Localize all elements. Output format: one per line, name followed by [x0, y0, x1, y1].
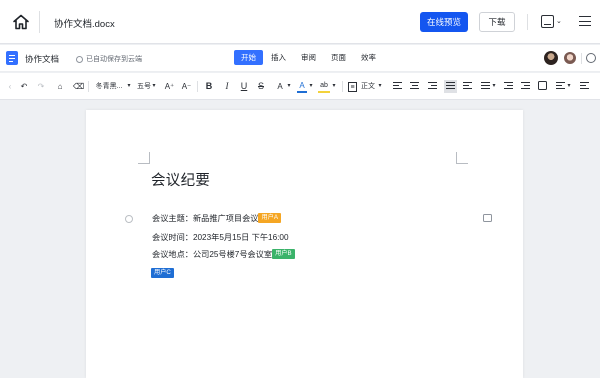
- superscript-button[interactable]: A: [274, 80, 286, 93]
- ribbon-tabs: 开始 插入 审阅 页面 效率: [234, 50, 384, 65]
- avatar[interactable]: [563, 51, 577, 65]
- font-color-button[interactable]: A: [297, 80, 307, 93]
- align-right-icon[interactable]: [428, 82, 437, 91]
- chevron-down-icon[interactable]: ▾: [566, 80, 572, 93]
- chevron-down-icon[interactable]: ▾: [308, 80, 314, 93]
- chevron-down-icon[interactable]: ▾: [377, 80, 383, 93]
- font-size-select[interactable]: 五号: [137, 80, 151, 93]
- language-icon[interactable]: [541, 15, 554, 28]
- divider: [39, 11, 40, 33]
- underline-button[interactable]: U: [239, 80, 249, 93]
- italic-button[interactable]: I: [222, 80, 232, 93]
- document-page[interactable]: 会议纪要 会议主题：新品推广项目会议 用户A 会议时间：2023年5月15日 下…: [86, 110, 523, 378]
- save-status-text: 已自动保存到云端: [86, 56, 142, 63]
- document-header: 协作文档 已自动保存到云端 开始 插入 审阅 页面 效率: [0, 45, 600, 72]
- collaborator-tag: 用户C: [151, 268, 174, 278]
- tab-review[interactable]: 审阅: [294, 50, 323, 65]
- formatting-toolbar: ‹ ↶ ↷ ⌂ ⌫ 冬青黑... ▾ 五号 ▾ A⁺ A⁻ B I U S A …: [0, 73, 600, 100]
- add-block-icon[interactable]: [125, 215, 133, 223]
- file-name: 协作文档.docx: [54, 19, 115, 30]
- chevron-down-icon[interactable]: ▾: [151, 80, 157, 93]
- meeting-topic: 会议主题：新品推广项目会议: [152, 214, 259, 223]
- decrease-indent-icon[interactable]: [504, 82, 513, 91]
- meeting-time: 会议时间：2023年5月15日 下午16:00: [152, 233, 289, 242]
- strikethrough-button[interactable]: S: [256, 80, 266, 93]
- bold-button[interactable]: B: [204, 80, 214, 93]
- margin-corner-mark: [456, 152, 468, 164]
- style-icon[interactable]: ≡: [348, 82, 357, 92]
- comment-icon[interactable]: [483, 214, 492, 222]
- home-icon[interactable]: [12, 13, 30, 31]
- tab-page[interactable]: 页面: [324, 50, 353, 65]
- top-bar: 协作文档.docx 在线预览 下载 ⌄: [0, 0, 600, 44]
- tab-start[interactable]: 开始: [234, 50, 263, 65]
- collaborator-tag: 用户B: [272, 249, 295, 259]
- divider: [88, 81, 89, 92]
- highlight-button[interactable]: ab: [318, 80, 330, 93]
- download-button[interactable]: 下载: [479, 12, 515, 32]
- checklist-icon[interactable]: [538, 81, 547, 90]
- indent-icon[interactable]: [463, 82, 472, 91]
- divider: [197, 81, 198, 92]
- grow-font-icon[interactable]: A⁺: [164, 80, 175, 93]
- divider: [581, 53, 582, 64]
- document-heading[interactable]: 会议纪要: [151, 169, 210, 190]
- increase-indent-icon[interactable]: [521, 82, 530, 91]
- numbered-list-icon[interactable]: [580, 82, 589, 91]
- collaborator-tag: 用户A: [258, 213, 281, 223]
- chevron-down-icon[interactable]: ▾: [126, 80, 132, 93]
- document-line[interactable]: 会议时间：2023年5月15日 下午16:00: [152, 231, 289, 243]
- history-icon[interactable]: [586, 53, 596, 63]
- clear-format-icon[interactable]: ⌫: [73, 80, 84, 93]
- undo-icon[interactable]: ↶: [19, 80, 29, 93]
- tab-insert[interactable]: 插入: [264, 50, 293, 65]
- format-painter-icon[interactable]: ⌂: [55, 80, 65, 93]
- font-family-select[interactable]: 冬青黑...: [93, 80, 125, 93]
- line-spacing-icon[interactable]: [481, 82, 490, 91]
- chevron-down-icon[interactable]: ▾: [286, 80, 292, 93]
- align-left-icon[interactable]: [393, 82, 402, 91]
- collapse-left-icon[interactable]: ‹: [6, 80, 14, 93]
- divider: [342, 81, 343, 92]
- paragraph-style-select[interactable]: 正文: [360, 80, 376, 93]
- saved-check-icon: [76, 55, 83, 63]
- chevron-down-icon[interactable]: ▾: [491, 80, 497, 93]
- menu-icon[interactable]: [579, 16, 591, 27]
- align-justify-icon[interactable]: [444, 80, 457, 93]
- document-line[interactable]: 会议主题：新品推广项目会议 用户A: [152, 212, 281, 224]
- document-title: 协作文档: [25, 54, 60, 64]
- avatar[interactable]: [544, 51, 558, 65]
- tab-efficiency[interactable]: 效率: [354, 50, 383, 65]
- bullet-list-icon[interactable]: [556, 82, 565, 91]
- shrink-font-icon[interactable]: A⁻: [181, 80, 192, 93]
- chevron-down-icon[interactable]: ⌄: [556, 17, 562, 25]
- divider: [527, 14, 528, 30]
- margin-corner-mark: [138, 152, 150, 164]
- align-center-icon[interactable]: [410, 82, 419, 91]
- online-preview-button[interactable]: 在线预览: [420, 12, 468, 32]
- chevron-down-icon[interactable]: ▾: [331, 80, 337, 93]
- save-status: 已自动保存到云端: [76, 54, 142, 64]
- meeting-location: 会议地点：公司25号楼7号会议室: [152, 250, 273, 259]
- document-line[interactable]: 会议地点：公司25号楼7号会议室 用户B: [152, 248, 295, 260]
- redo-icon[interactable]: ↷: [36, 80, 46, 93]
- document-logo-icon: [6, 51, 18, 65]
